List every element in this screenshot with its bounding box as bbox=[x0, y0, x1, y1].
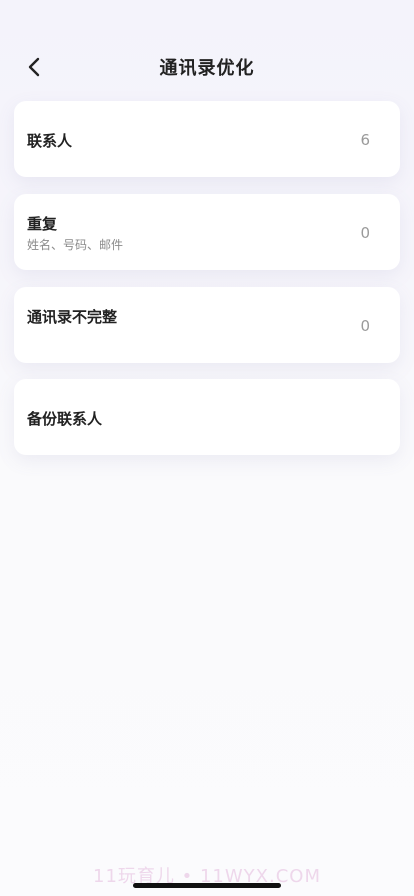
duplicates-title: 重复 bbox=[27, 215, 58, 233]
duplicates-card[interactable]: 重复 姓名、号码、邮件 0 bbox=[14, 194, 400, 270]
home-indicator[interactable] bbox=[133, 883, 281, 888]
incomplete-contacts-card[interactable]: 通讯录不完整 0 bbox=[14, 287, 400, 363]
incomplete-contacts-title: 通讯录不完整 bbox=[27, 308, 118, 326]
page-title: 通讯录优化 bbox=[159, 58, 255, 79]
contacts-title: 联系人 bbox=[27, 132, 73, 150]
contacts-card[interactable]: 联系人 6 bbox=[14, 101, 400, 177]
duplicates-subtitle: 姓名、号码、邮件 bbox=[27, 238, 124, 252]
backup-contacts-card[interactable]: 备份联系人 bbox=[14, 379, 400, 455]
contacts-count: 6 bbox=[360, 131, 370, 149]
incomplete-contacts-count: 0 bbox=[360, 317, 370, 335]
duplicates-count: 0 bbox=[360, 224, 370, 242]
backup-contacts-title: 备份联系人 bbox=[27, 410, 103, 428]
navigation-bar: 通讯录优化 bbox=[0, 40, 414, 92]
